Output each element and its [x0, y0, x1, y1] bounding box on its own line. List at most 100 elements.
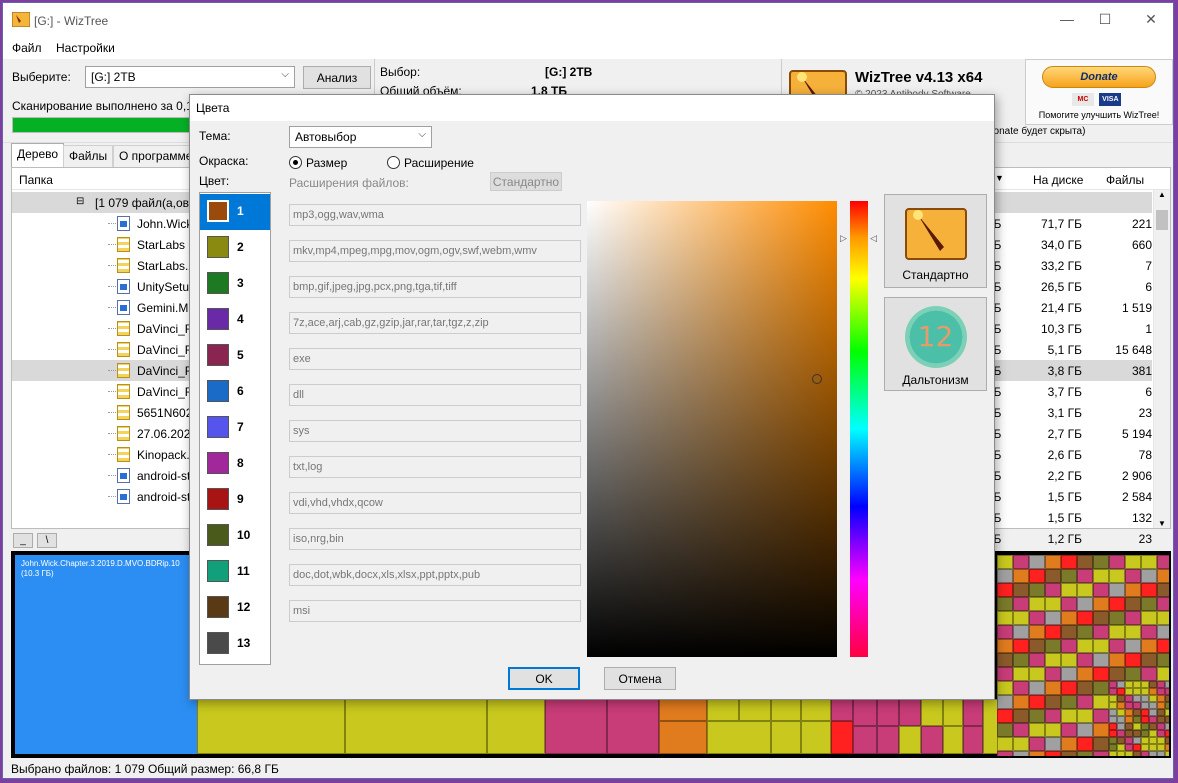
treemap-block[interactable]	[1077, 583, 1093, 597]
treemap-block[interactable]	[1157, 611, 1169, 625]
color-item[interactable]: 2	[200, 230, 270, 266]
treemap-block[interactable]	[1125, 681, 1133, 688]
treemap-block[interactable]	[1029, 611, 1045, 625]
treemap-block[interactable]	[899, 726, 921, 754]
treemap-block[interactable]	[1013, 611, 1029, 625]
treemap-block[interactable]	[877, 699, 899, 726]
treemap-block[interactable]	[1125, 709, 1133, 716]
treemap-block[interactable]	[1157, 744, 1165, 751]
treemap-block[interactable]	[1093, 555, 1109, 569]
treemap-block[interactable]	[899, 699, 921, 726]
treemap-block[interactable]	[1109, 709, 1117, 716]
ok-button[interactable]: OK	[508, 667, 580, 690]
color-item[interactable]: 5	[200, 338, 270, 374]
treemap-block[interactable]	[1141, 681, 1149, 688]
treemap-block[interactable]	[1141, 688, 1149, 695]
treemap-block[interactable]	[1165, 730, 1169, 737]
treemap-block[interactable]	[1109, 681, 1117, 688]
treemap-block[interactable]	[1157, 583, 1169, 597]
treemap-block[interactable]	[1013, 737, 1029, 751]
treemap-block[interactable]	[1125, 639, 1141, 653]
extension-field[interactable]: mp3,ogg,wav,wma	[289, 204, 581, 226]
treemap-block[interactable]	[1165, 716, 1169, 723]
treemap-block[interactable]	[1013, 555, 1029, 569]
treemap-block[interactable]	[1157, 737, 1165, 744]
treemap-block-selected[interactable]: John.Wick.Chapter.3.2019.D.MVO.BDRip.10 …	[15, 555, 197, 754]
treemap-block[interactable]	[921, 726, 943, 754]
treemap-block[interactable]	[1077, 555, 1093, 569]
treemap-block[interactable]	[1061, 625, 1077, 639]
treemap-block[interactable]	[1141, 639, 1157, 653]
treemap-block[interactable]	[853, 699, 877, 726]
treemap-block[interactable]	[1141, 744, 1149, 751]
color-picker-cursor[interactable]	[812, 374, 822, 384]
treemap-block[interactable]	[1093, 625, 1109, 639]
treemap-block[interactable]	[1157, 716, 1165, 723]
treemap-block[interactable]	[707, 699, 739, 721]
treemap-block[interactable]	[831, 721, 853, 754]
treemap-block[interactable]	[943, 699, 963, 726]
color-item[interactable]: 9	[200, 482, 270, 518]
hue-slider[interactable]	[850, 201, 868, 657]
extension-field[interactable]: vdi,vhd,vhdx,qcow	[289, 492, 581, 514]
treemap-block[interactable]	[1141, 716, 1149, 723]
radio-size[interactable]	[289, 156, 302, 169]
treemap-block[interactable]	[1117, 716, 1125, 723]
color-item[interactable]: 13	[200, 626, 270, 662]
treemap-block[interactable]	[1077, 597, 1093, 611]
treemap-block[interactable]	[1109, 688, 1117, 695]
treemap-block[interactable]	[1141, 702, 1149, 709]
treemap-block[interactable]	[1149, 702, 1157, 709]
tab-files[interactable]: Файлы	[63, 145, 114, 167]
treemap-block[interactable]	[1077, 653, 1093, 667]
scroll-down-icon[interactable]: ▼	[1154, 519, 1170, 528]
treemap-block[interactable]	[1117, 681, 1125, 688]
treemap-block[interactable]	[487, 699, 545, 754]
treemap-block[interactable]	[1141, 737, 1149, 744]
treemap-block[interactable]	[963, 699, 983, 726]
treemap-block[interactable]	[921, 699, 943, 726]
treemap-block[interactable]	[1013, 569, 1029, 583]
treemap-block[interactable]	[1141, 625, 1157, 639]
radio-extension[interactable]	[387, 156, 400, 169]
treemap-block[interactable]	[1133, 681, 1141, 688]
treemap-block[interactable]	[1157, 723, 1165, 730]
treemap-block[interactable]	[1109, 597, 1125, 611]
treemap-block[interactable]	[659, 721, 707, 754]
treemap-block[interactable]	[1045, 709, 1061, 723]
treemap-block[interactable]	[1061, 569, 1077, 583]
treemap-block[interactable]	[1061, 611, 1077, 625]
treemap-block[interactable]	[1093, 569, 1109, 583]
treemap-block[interactable]	[1141, 583, 1157, 597]
treemap-block[interactable]	[1077, 695, 1093, 709]
treemap-block[interactable]	[997, 597, 1013, 611]
column-folder[interactable]: Папка	[19, 173, 53, 187]
treemap-block[interactable]	[831, 699, 853, 721]
treemap-block[interactable]	[1125, 597, 1141, 611]
treemap-block[interactable]	[997, 709, 1013, 723]
treemap-block[interactable]	[1029, 695, 1045, 709]
treemap-block[interactable]	[997, 555, 1013, 569]
treemap-block[interactable]	[1109, 569, 1125, 583]
treemap-block[interactable]	[1109, 653, 1125, 667]
treemap-block[interactable]	[197, 699, 345, 754]
treemap-block[interactable]	[1133, 716, 1141, 723]
treemap-block[interactable]	[1165, 709, 1169, 716]
treemap-block[interactable]	[1029, 639, 1045, 653]
treemap-block[interactable]	[1077, 681, 1093, 695]
treemap-block[interactable]	[1045, 751, 1061, 756]
treemap-block[interactable]	[1141, 723, 1149, 730]
treemap-block[interactable]	[1125, 737, 1133, 744]
treemap-block[interactable]	[1141, 667, 1157, 681]
treemap-block[interactable]	[1029, 751, 1045, 756]
treemap-block[interactable]	[1077, 639, 1093, 653]
treemap-block[interactable]	[1117, 709, 1125, 716]
treemap-block[interactable]	[1141, 611, 1157, 625]
treemap-block[interactable]	[1125, 555, 1141, 569]
treemap-block[interactable]	[1045, 569, 1061, 583]
treemap-block[interactable]	[1133, 737, 1141, 744]
treemap-block[interactable]	[1013, 639, 1029, 653]
treemap-block[interactable]	[1029, 723, 1045, 737]
treemap-block[interactable]	[1117, 751, 1125, 756]
extension-field[interactable]: doc,dot,wbk,docx,xls,xlsx,ppt,pptx,pub	[289, 564, 581, 586]
